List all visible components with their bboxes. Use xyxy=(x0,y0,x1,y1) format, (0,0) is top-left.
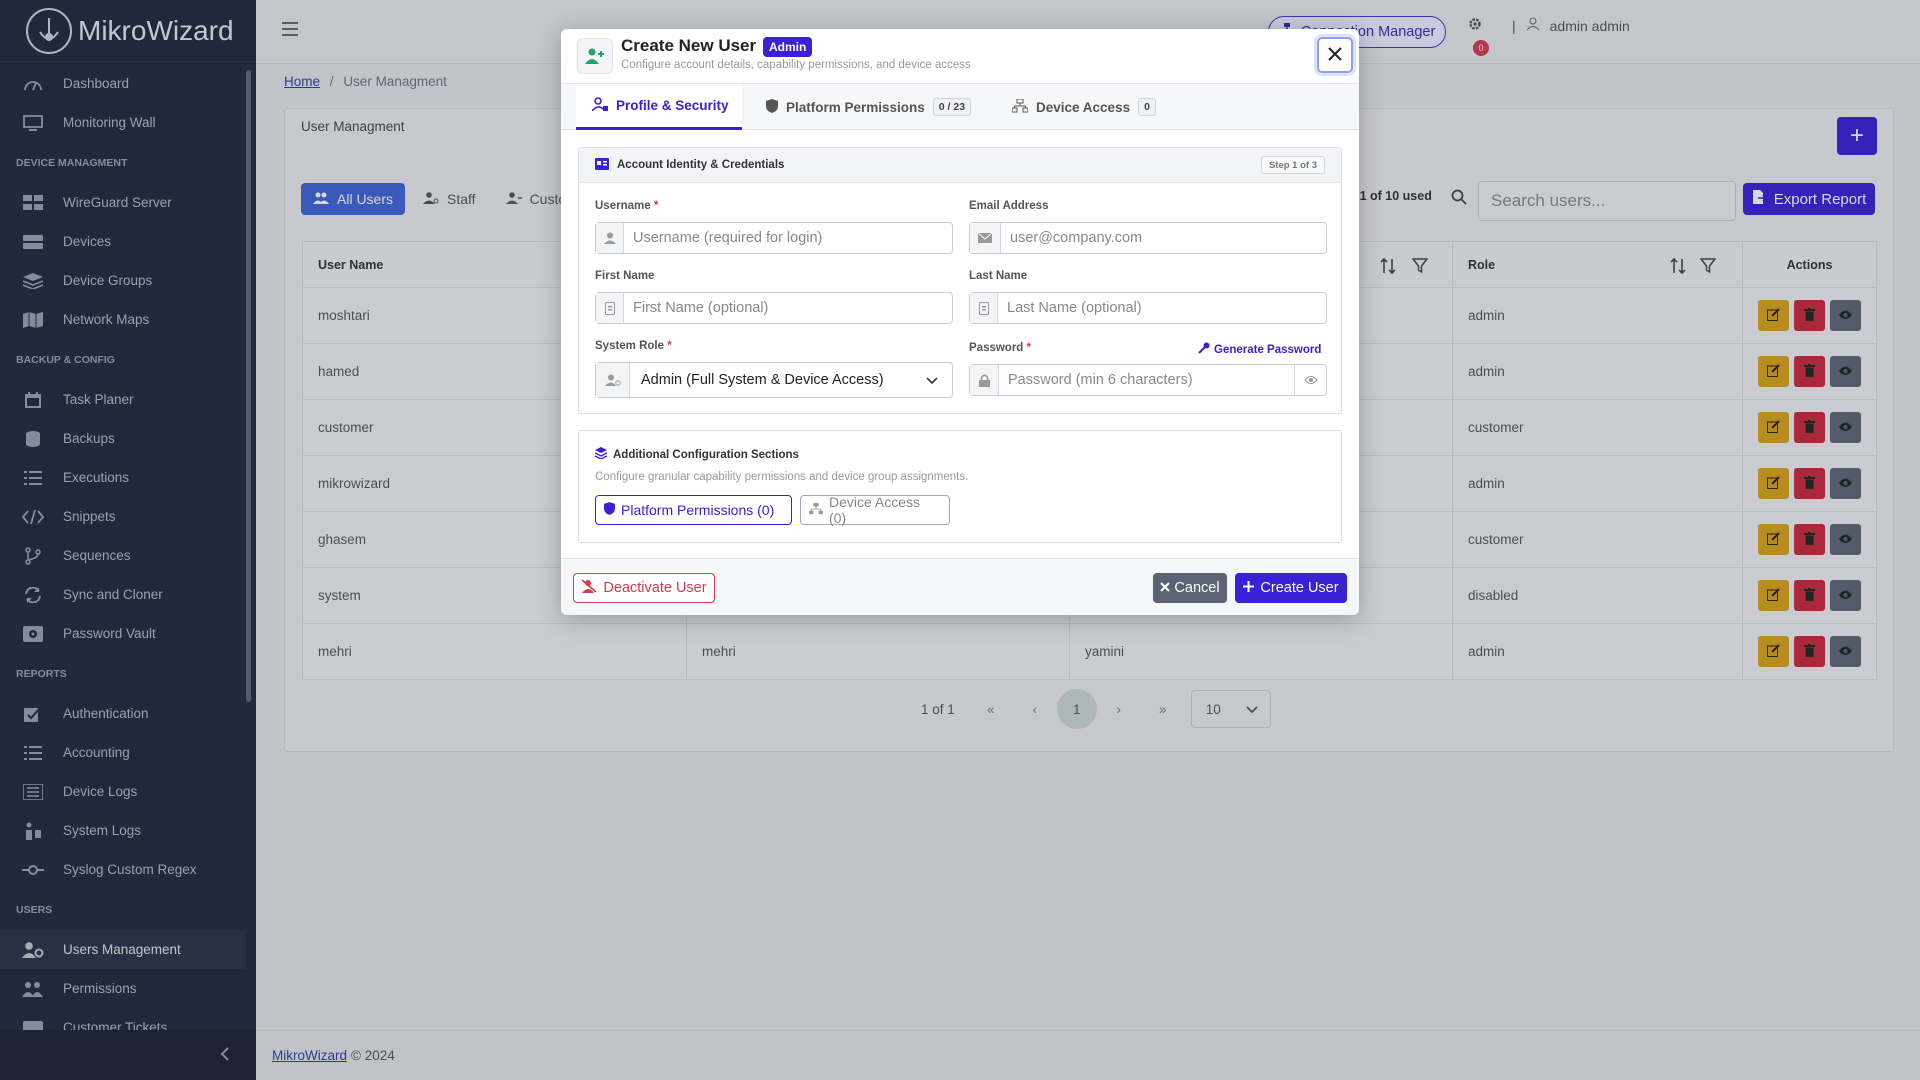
admin-badge: Admin xyxy=(763,37,813,57)
section-subtitle: Configure granular capability permission… xyxy=(595,471,969,483)
id-badge-icon xyxy=(596,293,624,323)
close-icon xyxy=(1327,46,1343,65)
tab-label: Device Access xyxy=(1036,99,1131,115)
cancel-button[interactable]: Cancel xyxy=(1153,573,1227,603)
step-badge: Step 1 of 3 xyxy=(1260,156,1325,174)
first-name-field[interactable]: First Name (optional) xyxy=(595,292,953,324)
user-icon xyxy=(596,223,624,253)
password-placeholder: Password (min 6 characters) xyxy=(1008,372,1193,388)
shield-icon xyxy=(604,502,615,518)
cancel-label: Cancel xyxy=(1174,580,1220,596)
additional-config-section: Additional Configuration Sections Config… xyxy=(578,430,1342,543)
tab-label: Profile & Security xyxy=(616,98,729,113)
system-role-label: System Role * xyxy=(595,340,672,352)
tab-profile-security[interactable]: Profile & Security xyxy=(576,84,742,130)
password-label: Password * xyxy=(969,342,1032,354)
tab-device-access[interactable]: Device Access 0 xyxy=(1011,84,1156,130)
tab-label: Platform Permissions xyxy=(786,99,925,115)
modal-footer: Deactivate User Cancel Create User xyxy=(561,558,1359,615)
device-access-button[interactable]: Device Access (0) xyxy=(800,494,950,526)
create-label: Create User xyxy=(1260,580,1339,596)
username-label: Username * xyxy=(595,200,659,212)
modal-subtitle: Configure account details, capability pe… xyxy=(621,59,971,71)
id-card-icon xyxy=(595,157,609,173)
platform-permissions-label: Platform Permissions (0) xyxy=(621,502,775,518)
user-plus-icon xyxy=(577,38,613,74)
first-name-label: First Name xyxy=(595,270,655,282)
create-user-modal: Create New User Admin Configure account … xyxy=(561,29,1359,615)
last-name-field[interactable]: Last Name (optional) xyxy=(969,292,1327,324)
username-field[interactable]: Username (required for login) xyxy=(595,222,953,254)
tab-count: 0 xyxy=(1138,98,1156,116)
generate-password-button[interactable]: Generate Password xyxy=(1198,342,1321,357)
device-access-label: Device Access (0) xyxy=(829,494,921,526)
platform-permissions-button[interactable]: Platform Permissions (0) xyxy=(595,495,792,525)
password-field[interactable]: Password (min 6 characters) xyxy=(969,364,1327,396)
app-root: MikroWizard Dashboard Monitoring Wall DEVI… xyxy=(0,0,1920,1080)
tab-platform-permissions[interactable]: Platform Permissions 0 / 23 xyxy=(766,84,972,130)
generate-password-label: Generate Password xyxy=(1214,343,1322,356)
chevron-down-icon xyxy=(926,372,938,388)
system-role-select[interactable]: Admin (Full System & Device Access) xyxy=(595,362,953,398)
key-icon xyxy=(1198,342,1210,357)
network-icon xyxy=(809,502,823,518)
last-name-label: Last Name xyxy=(969,270,1028,282)
modal-header: Create New User Admin Configure account … xyxy=(561,29,1359,84)
tab-count: 0 / 23 xyxy=(932,98,972,116)
section-title: Account Identity & Credentials xyxy=(617,159,785,171)
deactivate-user-button[interactable]: Deactivate User xyxy=(573,573,715,603)
eye-icon[interactable] xyxy=(1294,365,1326,395)
system-role-value: Admin (Full System & Device Access) xyxy=(641,372,884,388)
email-field[interactable]: user@company.com xyxy=(969,222,1327,254)
modal-tabs: Profile & Security Platform Permissions … xyxy=(561,84,1359,130)
lock-icon xyxy=(970,365,999,395)
email-placeholder: user@company.com xyxy=(1010,230,1143,246)
network-icon xyxy=(1011,98,1029,116)
account-identity-section: Account Identity & Credentials Step 1 of… xyxy=(578,147,1342,414)
layers-icon xyxy=(594,447,608,462)
modal-title: Create New User xyxy=(621,36,757,55)
user-lock-icon xyxy=(591,97,608,114)
last-name-placeholder: Last Name (optional) xyxy=(1007,300,1142,316)
close-button[interactable] xyxy=(1317,37,1353,73)
email-label: Email Address xyxy=(969,200,1049,212)
id-badge-icon xyxy=(970,293,998,323)
envelope-icon xyxy=(970,223,1001,253)
plus-icon xyxy=(1243,580,1255,596)
section-title: Additional Configuration Sections xyxy=(594,447,799,462)
x-icon xyxy=(1160,580,1171,596)
username-placeholder: Username (required for login) xyxy=(633,230,823,246)
create-user-button[interactable]: Create User xyxy=(1235,573,1347,603)
shield-icon xyxy=(766,98,778,116)
user-gear-icon xyxy=(596,363,630,397)
deactivate-label: Deactivate User xyxy=(603,580,707,596)
first-name-placeholder: First Name (optional) xyxy=(633,300,769,316)
user-slash-icon xyxy=(581,579,597,597)
section-header: Account Identity & Credentials Step 1 of… xyxy=(579,148,1341,183)
